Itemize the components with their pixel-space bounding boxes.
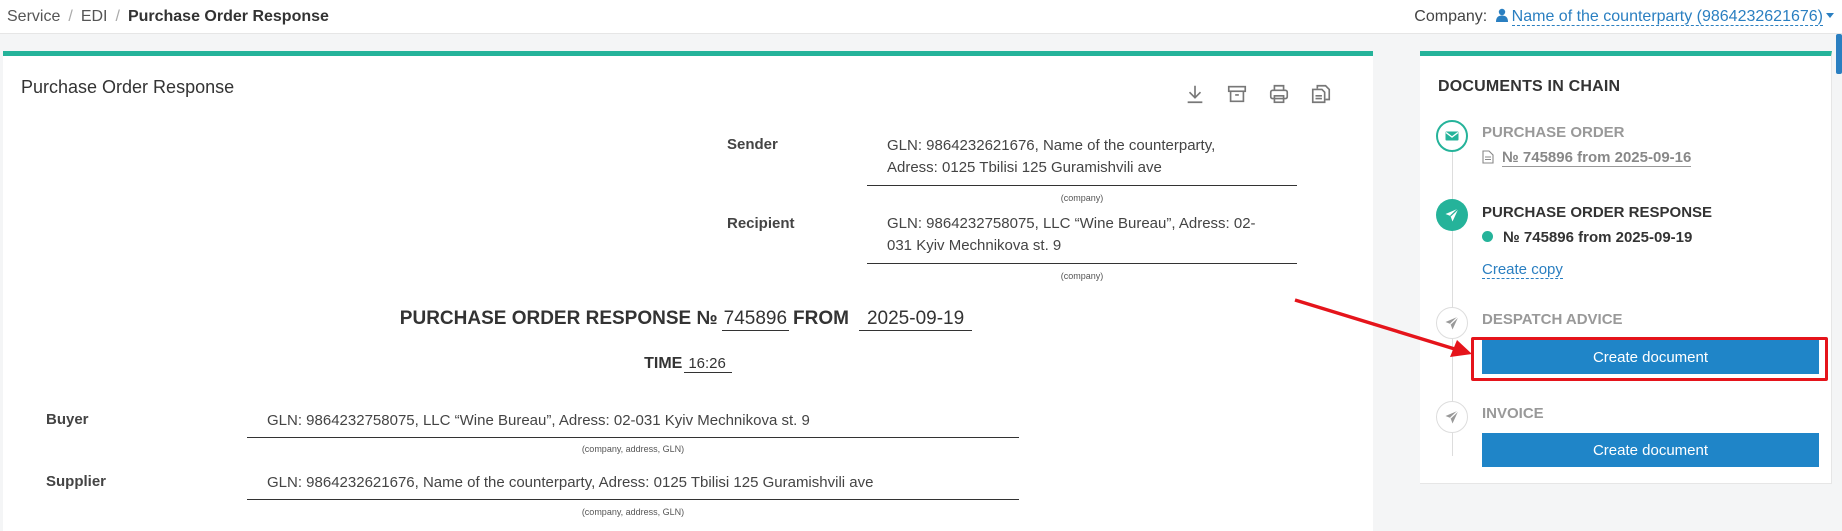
invoice-step-icon (1436, 401, 1468, 433)
current-document-text: № 745896 from 2025-09-19 (1503, 229, 1693, 246)
breadcrumb-edi[interactable]: EDI (81, 8, 108, 25)
purchase-order-response-step-icon (1436, 199, 1468, 231)
document-heading: PURCHASE ORDER RESPONSE № 745896 FROM 2025-… (3, 308, 1373, 331)
download-button[interactable] (1183, 82, 1207, 106)
buyer-value: GLN: 9864232758075, LLC “Wine Bureau”, A… (267, 412, 810, 429)
file-icon (1482, 150, 1494, 164)
invoice-name: INVOICE (1482, 405, 1544, 422)
scrollbar[interactable] (1836, 34, 1842, 74)
top-bar: Service / EDI / Purchase Order Response Comp… (0, 0, 1842, 34)
sender-value-line2: Adress: 0125 Tbilisi 125 Guramishvili av… (887, 159, 1162, 176)
sender-label: Sender (727, 136, 778, 153)
company-label: Company: (1414, 8, 1488, 25)
breadcrumb: Service / EDI / Purchase Order Response (7, 8, 329, 26)
paper-plane-icon (1445, 410, 1459, 424)
copy-icon (1311, 84, 1331, 104)
purchase-order-response-name: PURCHASE ORDER RESPONSE (1482, 204, 1713, 221)
documents-chain-panel: DOCUMENTS IN CHAIN PURCHASE ORDER № 7458… (1420, 51, 1832, 484)
time-value: 16:26 (684, 355, 732, 373)
paper-plane-icon (1445, 208, 1459, 222)
breadcrumb-current: Purchase Order Response (127, 8, 329, 25)
company-selector[interactable]: Company: Name of the counterparty (98642… (1414, 8, 1834, 26)
order-number: 745896 (721, 308, 790, 331)
panel-title: Purchase Order Response (21, 77, 235, 97)
heading-prefix: PURCHASE ORDER RESPONSE № (399, 308, 718, 329)
current-dot-icon (1482, 231, 1493, 242)
heading-from: FROM (793, 308, 849, 329)
buyer-underline (247, 437, 1019, 438)
invoice-create-button[interactable]: Create document (1482, 433, 1819, 467)
time-label: TIME (644, 355, 683, 372)
sender-hint: (company) (1060, 193, 1104, 203)
breadcrumb-separator: / (115, 8, 120, 25)
sender-value-line1: GLN: 9864232621676, Name of the counterp… (887, 137, 1216, 154)
company-name-link[interactable]: Name of the counterparty (9864232621676) (1511, 8, 1823, 26)
envelope-icon (1445, 131, 1459, 141)
supplier-label: Supplier (46, 473, 107, 490)
user-icon (1495, 8, 1508, 22)
chain-title: DOCUMENTS IN CHAIN (1438, 78, 1621, 95)
breadcrumb-service[interactable]: Service (7, 8, 60, 25)
archive-icon (1227, 85, 1247, 103)
purchase-order-link[interactable]: № 745896 from 2025-09-16 (1482, 149, 1692, 167)
download-icon (1187, 85, 1203, 104)
document-panel: Purchase Order Response Sender GLN: 9864… (3, 51, 1373, 531)
chevron-down-icon[interactable] (1826, 13, 1834, 18)
despatch-advice-name: DESPATCH ADVICE (1482, 311, 1623, 328)
print-button[interactable] (1267, 82, 1291, 106)
time-row: TIME 16:26 (3, 355, 1373, 373)
recipient-underline (867, 263, 1297, 264)
supplier-underline (247, 499, 1019, 500)
order-date: 2025-09-19 (858, 308, 973, 331)
recipient-hint: (company) (1060, 271, 1104, 281)
create-copy-link[interactable]: Create copy (1482, 261, 1563, 279)
purchase-order-link-text[interactable]: № 745896 from 2025-09-16 (1502, 149, 1692, 167)
buyer-hint: (company, address, GLN) (581, 444, 685, 454)
copy-button[interactable] (1309, 82, 1333, 106)
sender-underline (867, 185, 1297, 186)
recipient-label: Recipient (727, 215, 795, 232)
recipient-value-line1: GLN: 9864232758075, LLC “Wine Bureau”, A… (887, 215, 1256, 232)
purchase-order-name: PURCHASE ORDER (1482, 124, 1625, 141)
archive-button[interactable] (1225, 82, 1249, 106)
document-toolbar (1183, 82, 1333, 106)
supplier-hint: (company, address, GLN) (581, 507, 685, 517)
buyer-label: Buyer (46, 411, 89, 428)
current-document: № 745896 from 2025-09-19 (1482, 229, 1692, 246)
annotation-arrow (1294, 298, 1472, 357)
breadcrumb-separator: / (68, 8, 73, 25)
print-icon (1269, 84, 1289, 104)
purchase-order-step-icon (1436, 120, 1468, 152)
annotation-highlight-box (1471, 337, 1828, 381)
recipient-value-line2: 031 Kyiv Mechnikova st. 9 (887, 237, 1062, 254)
supplier-value: GLN: 9864232621676, Name of the counterp… (267, 474, 874, 491)
